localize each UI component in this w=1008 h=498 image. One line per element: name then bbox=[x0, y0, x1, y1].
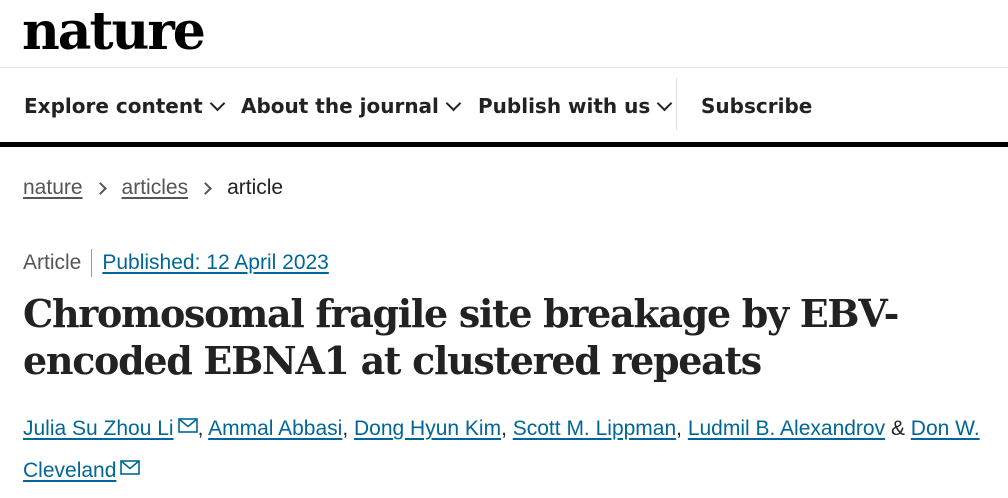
article-type: Article bbox=[23, 251, 82, 274]
nav-about-the-journal-label: About the journal bbox=[241, 94, 439, 118]
author-link[interactable]: Julia Su Zhou Li bbox=[23, 417, 174, 440]
breadcrumb-current: article bbox=[227, 176, 284, 199]
breadcrumb-nature[interactable]: nature bbox=[23, 176, 83, 200]
main-nav: Explore content About the journal Publis… bbox=[0, 68, 1008, 143]
mail-icon[interactable] bbox=[120, 460, 141, 475]
header-bottom-bar bbox=[0, 142, 1008, 147]
nav-about-the-journal[interactable]: About the journal bbox=[241, 92, 462, 120]
breadcrumb: nature articles article bbox=[23, 174, 283, 202]
breadcrumb-articles[interactable]: articles bbox=[122, 176, 189, 200]
published-date-link[interactable]: Published: 12 April 2023 bbox=[102, 251, 329, 275]
author-separator: & bbox=[885, 417, 911, 440]
nav-explore-content-label: Explore content bbox=[24, 94, 203, 118]
nature-logo[interactable]: nature bbox=[22, 0, 206, 68]
nav-separator bbox=[676, 78, 677, 130]
chevron-down-icon bbox=[656, 95, 673, 111]
author-separator: , bbox=[197, 417, 209, 440]
nav-explore-content[interactable]: Explore content bbox=[24, 92, 225, 120]
author-separator: , bbox=[501, 417, 513, 440]
author-list: Julia Su Zhou Li, Ammal Abbasi, Dong Hyu… bbox=[23, 408, 998, 492]
nav-publish-with-us-label: Publish with us bbox=[478, 94, 651, 118]
chevron-right-icon bbox=[199, 181, 212, 195]
chevron-down-icon bbox=[445, 95, 462, 111]
author-link[interactable]: Ammal Abbasi bbox=[208, 417, 342, 440]
chevron-right-icon bbox=[93, 181, 107, 195]
chevron-down-icon bbox=[209, 95, 225, 111]
author-link[interactable]: Dong Hyun Kim bbox=[354, 417, 501, 440]
article-meta: Article Published: 12 April 2023 bbox=[23, 249, 329, 277]
author-link[interactable]: Scott M. Lippman bbox=[513, 417, 676, 440]
subscribe-link[interactable]: Subscribe bbox=[701, 92, 812, 120]
author-separator: , bbox=[676, 417, 688, 440]
author-separator: , bbox=[342, 417, 355, 440]
mail-icon[interactable] bbox=[177, 418, 198, 433]
nav-publish-with-us[interactable]: Publish with us bbox=[478, 92, 673, 120]
author-link[interactable]: Ludmil B. Alexandrov bbox=[688, 417, 885, 440]
meta-divider bbox=[91, 249, 93, 277]
article-title: Chromosomal fragile site breakage by EBV… bbox=[23, 291, 899, 383]
